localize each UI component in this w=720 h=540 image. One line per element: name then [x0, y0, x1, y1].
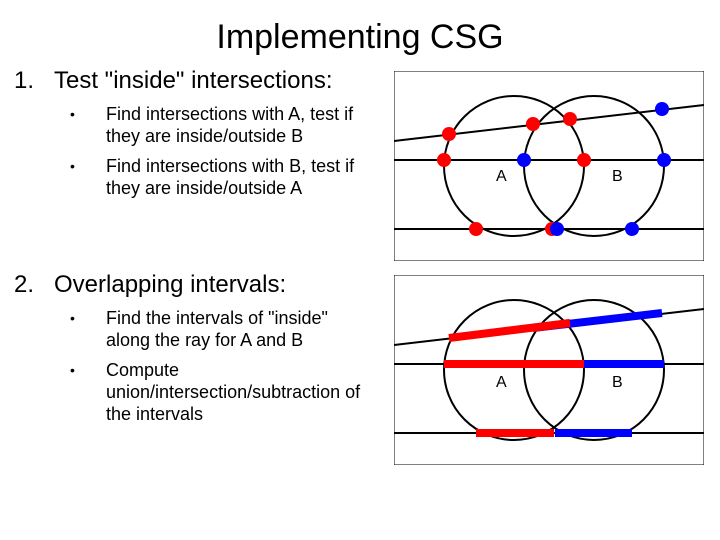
bullet-dot-icon: •	[70, 103, 106, 125]
section-2: 2. Overlapping intervals: • Find the int…	[0, 271, 720, 465]
bullet-dot-icon: •	[70, 359, 106, 381]
figure-2-svg: A B	[394, 275, 704, 465]
section-2-heading: Overlapping intervals:	[54, 271, 286, 299]
bullet-dot-icon: •	[70, 155, 106, 177]
section-2-heading-row: 2. Overlapping intervals:	[14, 271, 394, 299]
section-1-number: 1.	[14, 67, 54, 95]
bullet-row: • Compute union/intersection/subtraction…	[70, 359, 394, 425]
figure-2: A B	[394, 271, 714, 465]
section-2-number: 2.	[14, 271, 54, 299]
bullet-dot-icon: •	[70, 307, 106, 329]
figure-label-b: B	[612, 168, 623, 185]
section-1-bullets: • Find intersections with A, test if the…	[14, 103, 394, 199]
figure-1: A B	[394, 67, 714, 261]
figure-label-a: A	[496, 168, 507, 185]
section-1-heading: Test "inside" intersections:	[54, 67, 333, 95]
section-1-text: 1. Test "inside" intersections: • Find i…	[0, 67, 394, 207]
section-2-text: 2. Overlapping intervals: • Find the int…	[0, 271, 394, 433]
figure-label-b: B	[612, 374, 623, 391]
section-2-bullets: • Find the intervals of "inside" along t…	[14, 307, 394, 425]
slide-content: 1. Test "inside" intersections: • Find i…	[0, 67, 720, 475]
bullet-text: Find intersections with B, test if they …	[106, 155, 376, 199]
bullet-text: Find intersections with A, test if they …	[106, 103, 376, 147]
slide-title: Implementing CSG	[0, 0, 720, 67]
section-1-heading-row: 1. Test "inside" intersections:	[14, 67, 394, 95]
bullet-text: Find the intervals of "inside" along the…	[106, 307, 376, 351]
bullet-row: • Find intersections with B, test if the…	[70, 155, 394, 199]
bullet-text: Compute union/intersection/subtraction o…	[106, 359, 376, 425]
bullet-row: • Find intersections with A, test if the…	[70, 103, 394, 147]
figure-1-svg: A B	[394, 71, 704, 261]
section-1: 1. Test "inside" intersections: • Find i…	[0, 67, 720, 261]
figure-label-a: A	[496, 374, 507, 391]
bullet-row: • Find the intervals of "inside" along t…	[70, 307, 394, 351]
